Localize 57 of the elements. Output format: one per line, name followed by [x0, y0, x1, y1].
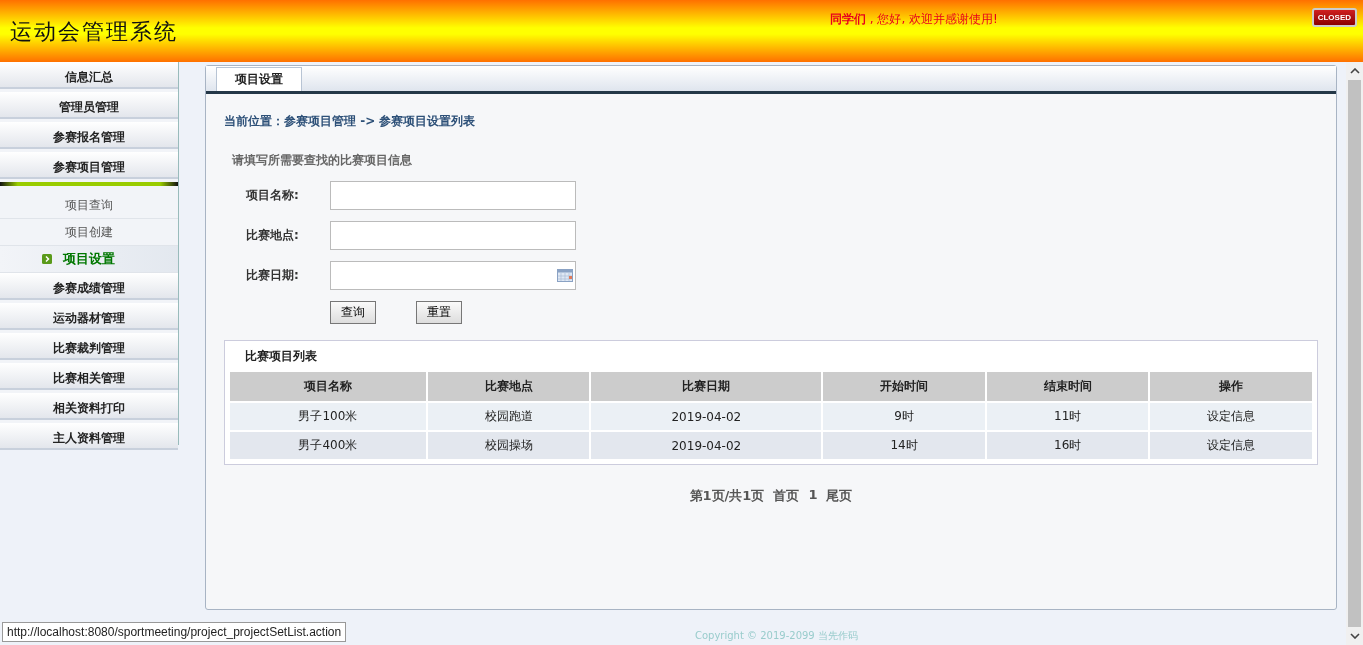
sidebar-submenu-item[interactable]: 项目查询: [65, 196, 113, 214]
column-header: 结束时间: [985, 371, 1150, 402]
page-link[interactable]: 1: [808, 487, 818, 505]
sidebar-menu-item[interactable]: 参赛成绩管理: [0, 273, 178, 300]
table-cell: 2019-04-02: [590, 402, 823, 431]
sidebar-submenu-item[interactable]: 项目创建: [65, 223, 113, 241]
copyright-text: Copyright © 2019-2099 当先作码: [695, 629, 858, 643]
table-cell: 2019-04-02: [590, 431, 823, 460]
table-cell: 11时: [985, 402, 1150, 431]
status-url-tooltip: http://localhost:8080/sportmeeting/project_projectSetList.action: [2, 622, 347, 642]
sidebar-menu-item[interactable]: 比赛相关管理: [0, 363, 178, 390]
input-field[interactable]: [330, 221, 576, 250]
table-title: 比赛项目列表: [244, 348, 318, 365]
first-page-link[interactable]: 首页: [773, 487, 800, 505]
column-header: 操作: [1149, 371, 1313, 402]
search-button[interactable]: 查询: [330, 301, 376, 324]
sidebar-menu-item[interactable]: 管理员管理: [0, 92, 178, 119]
arrow-icon: [42, 254, 52, 264]
table-cell: 9时: [822, 402, 986, 431]
sidebar-menu-item[interactable]: 比赛裁判管理: [0, 333, 178, 360]
table-cell: 校园操场: [426, 431, 591, 460]
sidebar-menu-item[interactable]: 运动器材管理: [0, 303, 178, 330]
close-button[interactable]: CLOSED: [1311, 8, 1357, 27]
column-header: 比赛地点: [426, 371, 591, 402]
field-label: 比赛日期:: [245, 267, 300, 284]
app-title: 运动会管理系统: [10, 18, 178, 46]
table-cell: 16时: [985, 431, 1150, 460]
calendar-icon: [557, 269, 573, 282]
column-header: 项目名称: [229, 371, 427, 402]
search-title: 请填写所需要查找的比赛项目信息: [232, 152, 413, 169]
input-field[interactable]: [330, 181, 576, 210]
table-cell: 男子400米: [229, 431, 427, 460]
sidebar-menu-item[interactable]: 参赛报名管理: [0, 122, 178, 149]
sidebar-menu-item[interactable]: 主人资料管理: [0, 423, 178, 450]
sidebar-menu-item[interactable]: 参赛项目管理: [0, 152, 178, 179]
scrollbar[interactable]: [1346, 62, 1363, 645]
last-page-link[interactable]: 尾页: [826, 487, 853, 505]
field-label: 项目名称:: [245, 187, 300, 204]
sidebar-menu-item[interactable]: 相关资料打印: [0, 393, 178, 420]
tab[interactable]: 项目设置: [216, 67, 302, 91]
sidebar-menu-item[interactable]: 信息汇总: [0, 62, 178, 89]
table-cell: 14时: [822, 431, 986, 460]
page-summary: 第1页/共1页: [689, 487, 765, 505]
scroll-down-icon[interactable]: [1349, 633, 1360, 639]
table-cell: 校园跑道: [426, 402, 591, 431]
reset-button[interactable]: 重置: [416, 301, 462, 324]
greeting-text: 同学们 , 您好, 欢迎并感谢使用!: [830, 11, 998, 28]
scroll-up-icon[interactable]: [1349, 68, 1360, 74]
table-cell: 男子100米: [229, 402, 427, 431]
column-header: 开始时间: [822, 371, 986, 402]
column-header: 比赛日期: [590, 371, 823, 402]
breadcrumb: 当前位置：参赛项目管理 -> 参赛项目设置列表: [224, 113, 477, 130]
table-link[interactable]: 设定信息: [1149, 431, 1313, 460]
table-link[interactable]: 设定信息: [1149, 402, 1313, 431]
sidebar-submenu-item[interactable]: 项目设置: [63, 250, 115, 268]
field-label: 比赛地点:: [245, 227, 300, 244]
date-field[interactable]: [330, 261, 576, 290]
